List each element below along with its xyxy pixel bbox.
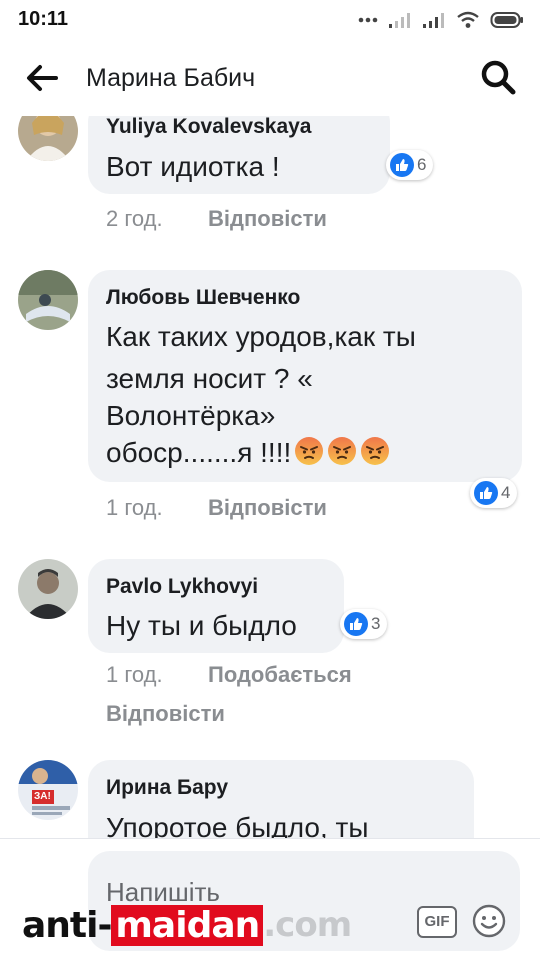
comment-text: обоср.......я !!!!: [106, 437, 292, 468]
angry-face-emoji: [295, 437, 324, 465]
page-title: Марина Бабич: [86, 64, 256, 92]
watermark: anti-maidan .com: [22, 900, 352, 950]
battery-icon: [490, 12, 523, 28]
like-icon: [344, 612, 368, 636]
app-bar: Марина Бабич: [0, 40, 540, 116]
gif-button[interactable]: GIF: [417, 906, 457, 938]
comment-timestamp: 2 год.: [106, 206, 163, 231]
reaction-badge[interactable]: 4: [470, 478, 518, 508]
comment-author[interactable]: Ирина Бару: [106, 776, 228, 800]
comment-text: Как таких уродов,как ты: [106, 321, 416, 352]
search-icon[interactable]: [478, 57, 518, 97]
avatar[interactable]: ЗА!: [18, 760, 78, 820]
comment-text: земля носит ? «: [106, 363, 313, 394]
comment-text: Ну ты и быдло: [106, 610, 297, 641]
back-arrow-icon[interactable]: [22, 58, 62, 98]
avatar[interactable]: [18, 270, 78, 330]
reaction-badge[interactable]: 6: [386, 150, 434, 180]
more-dots-icon: [358, 17, 378, 23]
reaction-count: 4: [501, 483, 511, 502]
comment-text: Упоротое быдло, ты: [106, 812, 369, 838]
avatar-badge-text: ЗА!: [34, 791, 51, 802]
like-icon: [390, 153, 414, 177]
watermark-part: .com: [263, 905, 352, 945]
like-link[interactable]: Подобається: [208, 662, 352, 688]
comment-timestamp: 1 год.: [106, 495, 163, 520]
reply-link[interactable]: Відповісти: [208, 206, 327, 232]
avatar[interactable]: [18, 559, 78, 619]
comment-text-line: обоср.......я !!!!: [106, 434, 390, 472]
avatar[interactable]: [18, 116, 78, 161]
status-bar: 10:11: [0, 0, 540, 40]
like-icon: [474, 481, 498, 505]
reply-link[interactable]: Відповісти: [208, 495, 327, 521]
comment-text: Вот идиотка !: [106, 151, 280, 182]
watermark-part: anti-: [22, 904, 112, 946]
comments-feed[interactable]: Yuliya Kovalevskaya Вот идиотка ! 6 2 го…: [0, 116, 540, 838]
emoji-icon[interactable]: [472, 904, 506, 938]
comment-author[interactable]: Yuliya Kovalevskaya: [106, 116, 311, 139]
comment-timestamp: 1 год.: [106, 662, 163, 687]
status-time: 10:11: [18, 8, 69, 30]
wifi-icon: [457, 11, 479, 28]
watermark-part: maidan: [111, 904, 264, 946]
angry-face-emoji: [328, 437, 357, 465]
angry-face-emoji: [361, 437, 390, 465]
reaction-count: 3: [371, 614, 381, 633]
comment-author[interactable]: Любовь Шевченко: [106, 286, 300, 310]
reaction-count: 6: [417, 155, 427, 174]
signal-weak-icon: [389, 13, 410, 28]
reply-link[interactable]: Відповісти: [106, 701, 225, 727]
comment-author[interactable]: Pavlo Lykhovyi: [106, 575, 258, 599]
signal-strong-icon: [423, 13, 444, 28]
status-icons: [358, 9, 524, 31]
reaction-badge[interactable]: 3: [340, 609, 388, 639]
comment-text: Волонтёрка»: [106, 400, 276, 431]
